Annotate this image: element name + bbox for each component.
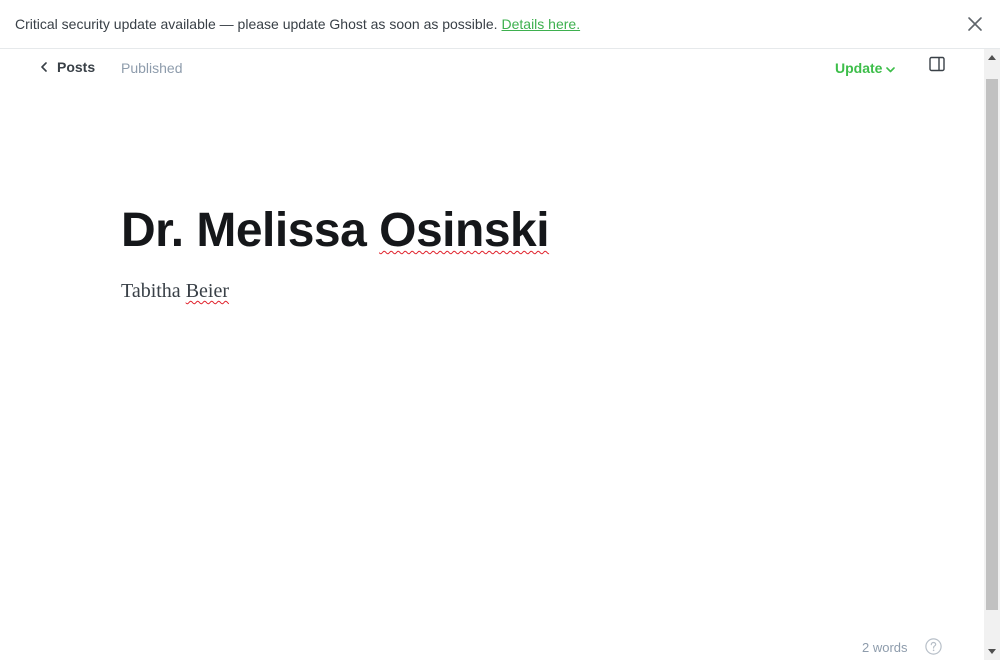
post-title-misspelled-word: Osinski	[379, 204, 550, 257]
chevron-left-icon	[41, 62, 47, 72]
post-title-part1: Dr. Melissa	[121, 204, 380, 257]
post-title[interactable]: Dr. Melissa Osinski	[121, 203, 550, 258]
editor-topbar: Posts Published Update	[0, 49, 984, 89]
back-to-posts-link[interactable]: Posts	[40, 59, 95, 75]
banner-message: Critical security update available — ple…	[15, 16, 498, 32]
security-update-banner: Critical security update available — ple…	[0, 0, 1000, 49]
post-body[interactable]: Tabitha Beier	[121, 280, 229, 303]
vertical-scrollbar[interactable]	[984, 49, 1000, 660]
help-icon[interactable]	[925, 638, 942, 655]
chevron-down-icon	[886, 66, 896, 72]
post-body-misspelled-word: Beier	[185, 280, 229, 302]
details-link[interactable]: Details here.	[502, 16, 581, 32]
sidebar-toggle-icon[interactable]	[929, 56, 945, 72]
post-status: Published	[121, 60, 183, 76]
scrollbar-thumb[interactable]	[986, 79, 998, 610]
close-icon[interactable]	[967, 16, 983, 32]
update-label: Update	[835, 60, 883, 76]
back-label: Posts	[57, 59, 96, 75]
scroll-up-arrow-icon[interactable]	[984, 49, 1000, 66]
word-count: 2 words	[862, 640, 908, 655]
update-button[interactable]: Update	[835, 60, 896, 76]
scroll-down-arrow-icon[interactable]	[984, 643, 1000, 660]
post-body-part1: Tabitha	[121, 280, 186, 302]
post-editor: Posts Published Update Dr. Melissa Osins…	[0, 49, 984, 660]
